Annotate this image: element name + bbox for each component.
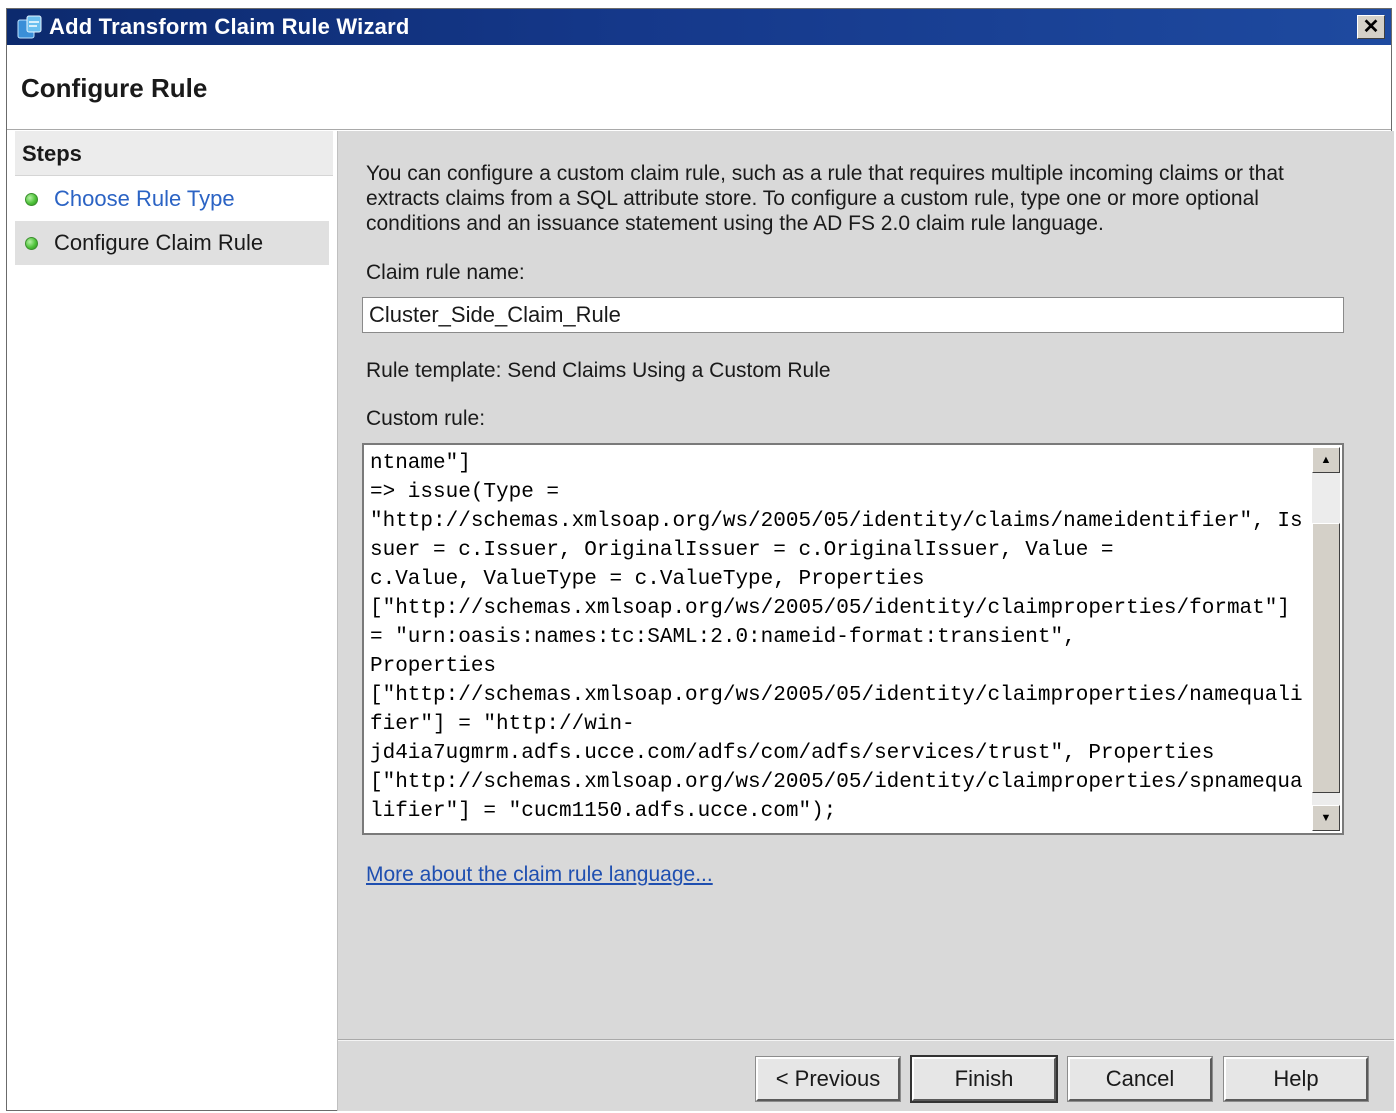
vertical-scrollbar[interactable]: ▲ ▼ bbox=[1312, 447, 1340, 831]
custom-rule-textarea[interactable]: ntname"] => issue(Type = "http://schemas… bbox=[362, 443, 1344, 835]
footer-divider-highlight bbox=[338, 1040, 1394, 1041]
finish-button[interactable]: Finish bbox=[910, 1055, 1058, 1103]
custom-rule-text[interactable]: ntname"] => issue(Type = "http://schemas… bbox=[370, 449, 1308, 829]
steps-heading: Steps bbox=[22, 141, 82, 166]
custom-rule-label: Custom rule: bbox=[366, 407, 486, 430]
steps-panel: Steps Choose Rule Type Configure Claim R… bbox=[15, 131, 333, 1106]
scroll-down-icon[interactable]: ▼ bbox=[1312, 805, 1340, 831]
step-configure-claim-rule: Configure Claim Rule bbox=[15, 221, 329, 265]
close-icon[interactable]: ✕ bbox=[1357, 15, 1385, 39]
scroll-thumb[interactable] bbox=[1312, 523, 1340, 793]
claim-rule-name-input[interactable] bbox=[362, 297, 1344, 333]
previous-button[interactable]: < Previous bbox=[755, 1056, 901, 1102]
step-complete-icon bbox=[25, 192, 38, 206]
wizard-app-icon bbox=[17, 15, 42, 39]
step-current-icon bbox=[25, 236, 38, 250]
wizard-window: Add Transform Claim Rule Wizard ✕ Config… bbox=[6, 8, 1394, 1111]
steps-header: Steps bbox=[15, 131, 333, 176]
more-about-claim-rule-language-link[interactable]: More about the claim rule language... bbox=[366, 863, 713, 887]
window-title: Add Transform Claim Rule Wizard bbox=[49, 14, 410, 39]
help-button[interactable]: Help bbox=[1223, 1056, 1369, 1102]
step-label[interactable]: Choose Rule Type bbox=[54, 186, 235, 212]
content-panel: You can configure a custom claim rule, s… bbox=[337, 131, 1394, 1111]
scroll-up-icon[interactable]: ▲ bbox=[1312, 447, 1340, 473]
page-title: Configure Rule bbox=[21, 73, 208, 103]
cancel-button[interactable]: Cancel bbox=[1067, 1056, 1213, 1102]
intro-text: You can configure a custom claim rule, s… bbox=[366, 162, 1284, 235]
step-label: Configure Claim Rule bbox=[54, 230, 264, 255]
step-choose-rule-type[interactable]: Choose Rule Type bbox=[15, 177, 329, 221]
wizard-header: Configure Rule bbox=[7, 45, 1391, 130]
rule-template-text: Rule template: Send Claims Using a Custo… bbox=[366, 359, 831, 382]
title-bar[interactable]: Add Transform Claim Rule Wizard ✕ bbox=[7, 9, 1391, 45]
claim-rule-name-label: Claim rule name: bbox=[366, 261, 525, 284]
